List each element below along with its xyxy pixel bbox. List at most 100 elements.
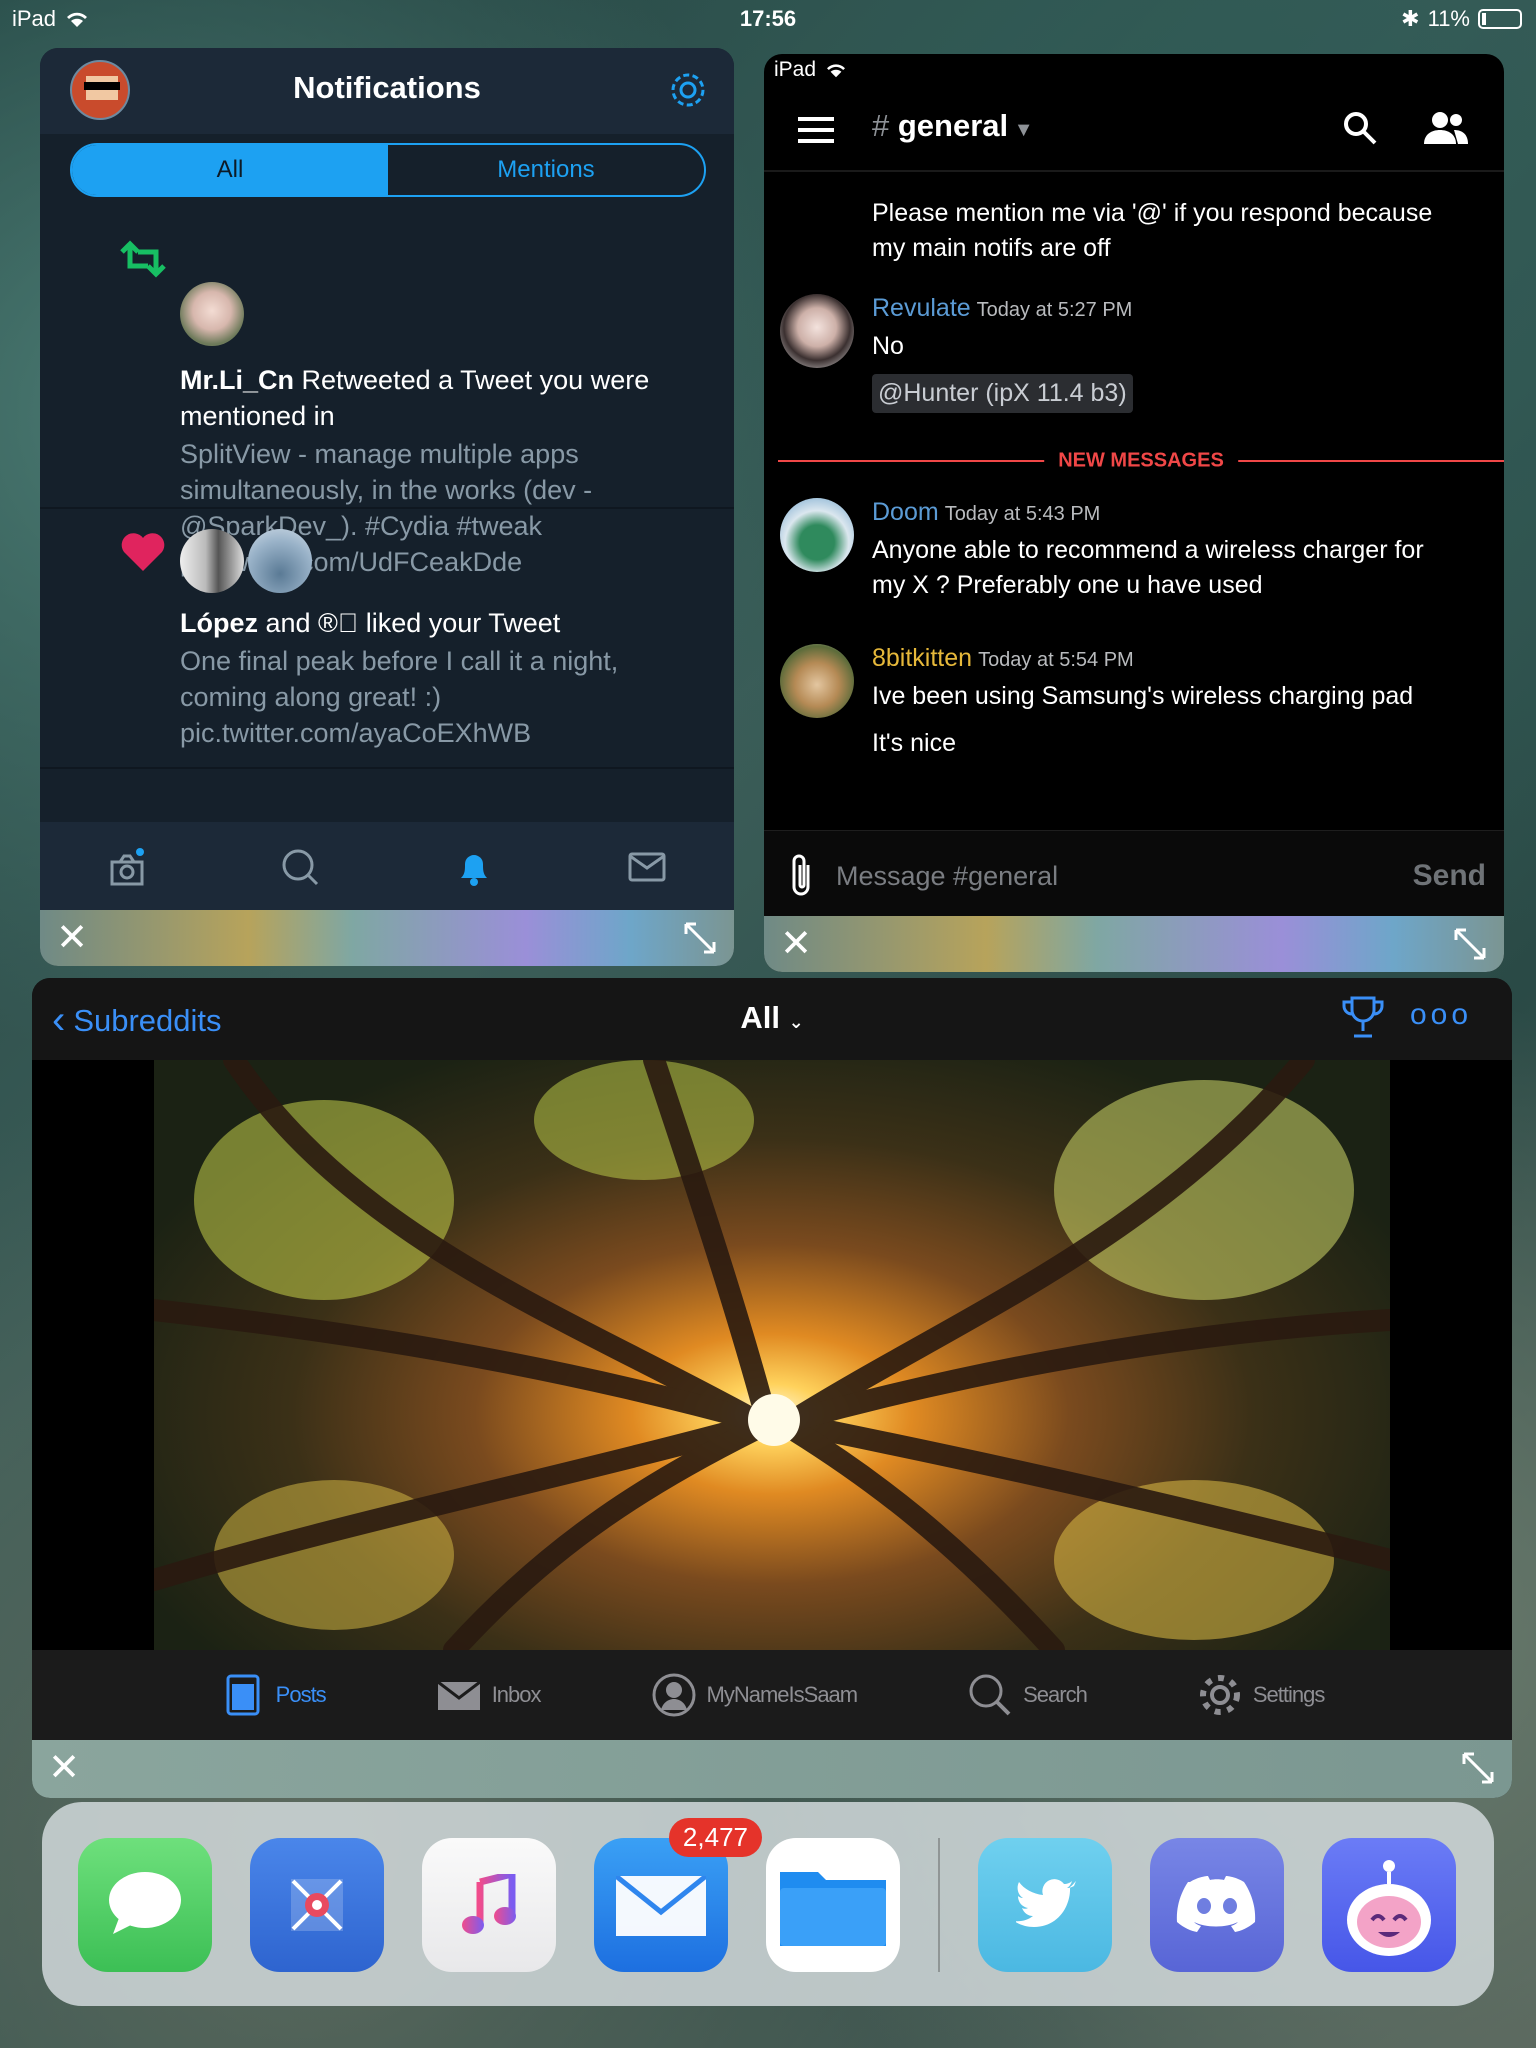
apollo-app-icon[interactable] bbox=[1322, 1838, 1456, 1972]
window-controls: ✕ bbox=[32, 1740, 1512, 1798]
notification-text: López and ® liked your Tweet bbox=[180, 605, 694, 641]
message: 8bitkitten Today at 5:54 PM Ive been usin… bbox=[872, 644, 1413, 761]
twitter-app-icon[interactable] bbox=[978, 1838, 1112, 1972]
discord-app-icon[interactable] bbox=[1150, 1838, 1284, 1972]
author-name[interactable]: 8bitkitten bbox=[872, 644, 972, 672]
message-time: Today at 5:54 PM bbox=[978, 649, 1134, 671]
notification-text: Mr.Li_Cn Retweeted a Tweet you were ment… bbox=[180, 362, 694, 434]
tab-all[interactable]: All bbox=[72, 145, 388, 195]
page-title: Notifications bbox=[293, 70, 481, 105]
message-text: No bbox=[872, 332, 904, 360]
apollo-tab-bar: Posts Inbox MyNameIsSaam Search Settings bbox=[32, 1650, 1512, 1740]
message-text: It's nice bbox=[872, 729, 956, 757]
message-text: my X ? Preferably one u have used bbox=[872, 571, 1263, 599]
battery-percent: 11% bbox=[1427, 6, 1470, 31]
user-avatar[interactable] bbox=[180, 282, 244, 346]
avatar[interactable] bbox=[780, 644, 854, 718]
retweet-icon bbox=[120, 240, 166, 278]
message: Doom Today at 5:43 PM Anyone able to reco… bbox=[872, 498, 1424, 603]
messages-app-icon[interactable] bbox=[78, 1838, 212, 1972]
close-window-button[interactable]: ✕ bbox=[54, 919, 90, 957]
message: Please mention me via '@' if you respond… bbox=[872, 196, 1432, 266]
twitter-window: Notifications All Mentions Mr.Li_Cn Retw… bbox=[40, 48, 734, 966]
tab-profile[interactable]: MyNameIsSaam bbox=[651, 1672, 858, 1718]
tab-label: Settings bbox=[1252, 1682, 1325, 1707]
music-app-icon[interactable] bbox=[422, 1838, 556, 1972]
user-avatar[interactable] bbox=[248, 529, 312, 593]
files-app-icon[interactable] bbox=[766, 1838, 900, 1972]
notification-item[interactable]: López and ® liked your Tweet One final … bbox=[40, 509, 734, 769]
more-icon[interactable]: ooo bbox=[1410, 998, 1472, 1032]
dock-divider bbox=[938, 1838, 940, 1972]
envelope-icon bbox=[616, 1876, 706, 1936]
tab-label: Inbox bbox=[491, 1682, 542, 1707]
notification-badge: 2,477 bbox=[668, 1818, 762, 1857]
notification-item[interactable]: Mr.Li_Cn Retweeted a Tweet you were ment… bbox=[40, 214, 734, 577]
avatar[interactable] bbox=[780, 498, 854, 572]
close-window-button[interactable]: ✕ bbox=[778, 925, 814, 963]
twitter-header: Notifications bbox=[40, 48, 734, 134]
device-label: iPad bbox=[774, 58, 817, 81]
posts-icon bbox=[226, 1674, 260, 1716]
send-button[interactable]: Send bbox=[1413, 859, 1486, 893]
channel-name[interactable]: # general ▼ bbox=[872, 108, 1034, 144]
tab-bar bbox=[40, 822, 734, 912]
page-title[interactable]: All ⌄ bbox=[32, 1000, 1512, 1036]
inbox-icon bbox=[436, 1680, 481, 1710]
bell-icon[interactable] bbox=[453, 846, 495, 888]
user-avatar[interactable] bbox=[180, 529, 244, 593]
members-icon[interactable] bbox=[1424, 110, 1468, 146]
window-controls: ✕ bbox=[40, 910, 734, 966]
tab-search[interactable]: Search bbox=[967, 1672, 1088, 1718]
divider-label: NEW MESSAGES bbox=[1044, 449, 1238, 473]
discord-status-bar: iPad bbox=[774, 58, 848, 82]
trophy-icon[interactable] bbox=[1342, 994, 1384, 1040]
home-icon[interactable] bbox=[106, 846, 148, 888]
message-input[interactable]: Message #general bbox=[836, 861, 1058, 892]
tab-posts[interactable]: Posts bbox=[220, 1672, 327, 1718]
avatar[interactable] bbox=[780, 294, 854, 368]
gear-icon[interactable] bbox=[668, 70, 708, 110]
author-name[interactable]: Doom bbox=[872, 498, 939, 526]
window-controls: ✕ bbox=[764, 916, 1504, 972]
new-messages-divider: NEW MESSAGES bbox=[778, 449, 1504, 473]
tab-mentions[interactable]: Mentions bbox=[388, 145, 704, 195]
discord-window: iPad # general ▼ Please mention me via '… bbox=[764, 54, 1504, 972]
user-mention[interactable]: @Hunter (ipX 11.4 b3) bbox=[872, 374, 1133, 413]
actor-name[interactable]: Mr.Li_Cn bbox=[180, 365, 294, 395]
status-bar: iPad 17:56 ✱ 11% bbox=[0, 0, 1536, 36]
expand-icon[interactable] bbox=[682, 920, 718, 956]
battery-icon bbox=[1478, 9, 1522, 29]
folder-icon bbox=[780, 1872, 886, 1946]
tab-label: MyNameIsSaam bbox=[706, 1682, 859, 1707]
search-icon[interactable] bbox=[279, 846, 321, 888]
post-image[interactable] bbox=[32, 1060, 1512, 1650]
mail-app-icon[interactable]: 2,477 bbox=[594, 1818, 762, 1972]
attachment-icon[interactable] bbox=[786, 853, 816, 899]
actor-name[interactable]: López bbox=[180, 608, 258, 638]
dock: 2,477 bbox=[42, 1802, 1494, 2006]
notification-filter: All Mentions bbox=[70, 143, 706, 197]
search-icon[interactable] bbox=[1342, 110, 1378, 146]
robot-face-icon bbox=[1347, 1860, 1431, 1956]
tab-settings[interactable]: Settings bbox=[1197, 1672, 1325, 1718]
profile-icon bbox=[652, 1673, 696, 1717]
message-time: Today at 5:43 PM bbox=[944, 503, 1101, 525]
apollo-window: ‹ Subreddits All ⌄ ooo Posts Inbox MyNam… bbox=[32, 978, 1512, 1798]
search-icon bbox=[969, 1674, 1011, 1716]
menu-icon[interactable] bbox=[798, 116, 834, 144]
discord-logo-icon bbox=[1176, 1876, 1256, 1932]
notification-action: and ® liked your Tweet bbox=[258, 608, 561, 638]
notification-list: Mr.Li_Cn Retweeted a Tweet you were ment… bbox=[40, 214, 734, 769]
mail-icon[interactable] bbox=[626, 846, 668, 888]
target-icon bbox=[291, 1879, 343, 1931]
close-window-button[interactable]: ✕ bbox=[46, 1749, 82, 1787]
message-time: Today at 5:27 PM bbox=[976, 299, 1133, 321]
expand-icon[interactable] bbox=[1460, 1750, 1496, 1786]
expand-icon[interactable] bbox=[1452, 926, 1488, 962]
message-text: my main notifs are off bbox=[872, 234, 1111, 262]
tab-inbox[interactable]: Inbox bbox=[436, 1672, 542, 1718]
author-name[interactable]: Revulate bbox=[872, 294, 971, 322]
focus-app-icon[interactable] bbox=[250, 1838, 384, 1972]
chevron-down-icon: ⌄ bbox=[788, 1012, 804, 1032]
